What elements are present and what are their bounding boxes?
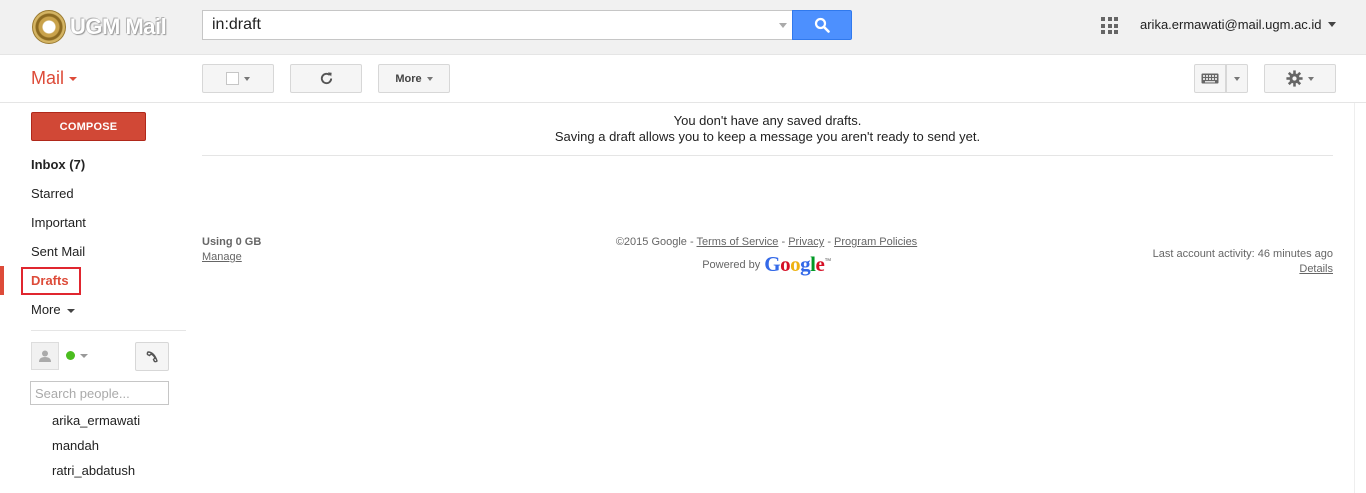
powered-by: Powered by Google™ [600, 252, 933, 277]
account-email: arika.ermawati@mail.ugm.ac.id [1140, 17, 1322, 32]
storage-usage: Using 0 GB Manage [202, 236, 261, 263]
sidebar-item-label: Inbox (7) [31, 157, 86, 172]
empty-message-line2: Saving a draft allows you to keep a mess… [554, 129, 981, 144]
powered-by-text: Powered by [702, 258, 761, 271]
top-bar: UGM Mail arika.ermawati@mail.ugm.ac.id [0, 0, 1366, 55]
sidebar-item-label: Sent Mail [31, 244, 86, 259]
search-button[interactable] [792, 10, 852, 40]
google-logo: Google™ [764, 252, 831, 276]
footer-links: ©2015 Google - Terms of Service - Privac… [600, 236, 933, 277]
more-label: More [395, 72, 422, 85]
ugm-seal-icon [32, 10, 66, 44]
details-link[interactable]: Details [1153, 263, 1333, 275]
input-tools-dropdown[interactable] [1226, 64, 1248, 93]
sidebar-item-label: Starred [31, 186, 74, 201]
empty-drafts-message: You don't have any saved drafts. Saving … [202, 113, 1333, 145]
mail-label: Mail [31, 68, 65, 88]
keyboard-icon [1201, 73, 1219, 84]
account-activity: Last account activity: 46 minutes ago De… [1153, 248, 1333, 275]
storage-usage-text: Using 0 GB [202, 236, 262, 248]
search-box[interactable] [202, 10, 793, 40]
chevron-down-icon [80, 353, 88, 358]
search-input[interactable] [203, 11, 763, 39]
gear-icon [1286, 70, 1303, 87]
search-icon [814, 17, 830, 33]
chat-status-menu[interactable] [66, 351, 88, 360]
chevron-down-icon [1308, 76, 1314, 81]
chevron-down-icon [67, 308, 76, 313]
refresh-button[interactable] [290, 64, 362, 93]
select-button[interactable] [202, 64, 274, 93]
sidebar-item-label: Important [31, 215, 86, 230]
scrollbar[interactable] [1354, 103, 1366, 493]
sidebar-item-important[interactable]: Important [0, 208, 190, 237]
sidebar-item-label: More [31, 302, 61, 317]
mail-switcher[interactable]: Mail [31, 68, 78, 89]
account-menu[interactable]: arika.ermawati@mail.ugm.ac.id [1140, 17, 1336, 32]
empty-message-line1: You don't have any saved drafts. [673, 113, 862, 128]
chevron-down-icon [244, 76, 250, 81]
input-tools-button[interactable] [1194, 64, 1226, 93]
ugm-mail-logo[interactable]: UGM Mail [32, 8, 167, 46]
search-options-dropdown-icon[interactable] [779, 23, 787, 28]
logo-text: UGM Mail [70, 14, 167, 39]
contact-item[interactable]: arika_ermawati [52, 408, 140, 433]
sidebar-item-inbox[interactable]: Inbox (7) [0, 150, 190, 179]
content-divider [202, 155, 1333, 156]
contact-item[interactable]: ratri_abdatush [52, 458, 140, 483]
search-people-input[interactable] [30, 381, 169, 405]
sidebar-divider [31, 330, 186, 331]
sidebar-item-drafts[interactable]: Drafts [0, 266, 190, 295]
program-policies-link[interactable]: Program Policies [834, 236, 917, 248]
checkbox-icon [226, 72, 239, 85]
online-status-icon [66, 351, 75, 360]
avatar[interactable] [31, 342, 59, 370]
last-activity-text: Last account activity: 46 minutes ago [1152, 248, 1333, 260]
person-icon [39, 350, 51, 362]
sidebar-nav: Inbox (7) Starred Important Sent Mail Dr… [0, 150, 190, 324]
call-phone-button[interactable] [135, 342, 169, 371]
refresh-icon [320, 72, 332, 85]
chevron-down-icon [426, 76, 433, 81]
compose-button[interactable]: COMPOSE [31, 112, 146, 141]
chevron-down-icon [1234, 76, 1240, 81]
chevron-down-icon [69, 76, 78, 81]
sidebar-item-sent-mail[interactable]: Sent Mail [0, 237, 190, 266]
phone-icon [146, 350, 158, 362]
terms-link[interactable]: Terms of Service [697, 236, 779, 248]
sidebar-item-more[interactable]: More [0, 295, 190, 324]
sidebar-item-label: Drafts [21, 267, 81, 295]
more-actions-button[interactable]: More [378, 64, 450, 93]
contact-item[interactable]: mandah [52, 433, 140, 458]
apps-grid-icon[interactable] [1101, 17, 1118, 34]
privacy-link[interactable]: Privacy [788, 236, 824, 248]
manage-storage-link[interactable]: Manage [202, 251, 261, 263]
copyright-text: ©2015 Google [615, 236, 687, 248]
toolbar-divider [0, 102, 1366, 103]
sidebar-item-starred[interactable]: Starred [0, 179, 190, 208]
chevron-down-icon [1327, 22, 1336, 27]
contact-list: arika_ermawati mandah ratri_abdatush [52, 408, 140, 483]
settings-button[interactable] [1264, 64, 1336, 93]
